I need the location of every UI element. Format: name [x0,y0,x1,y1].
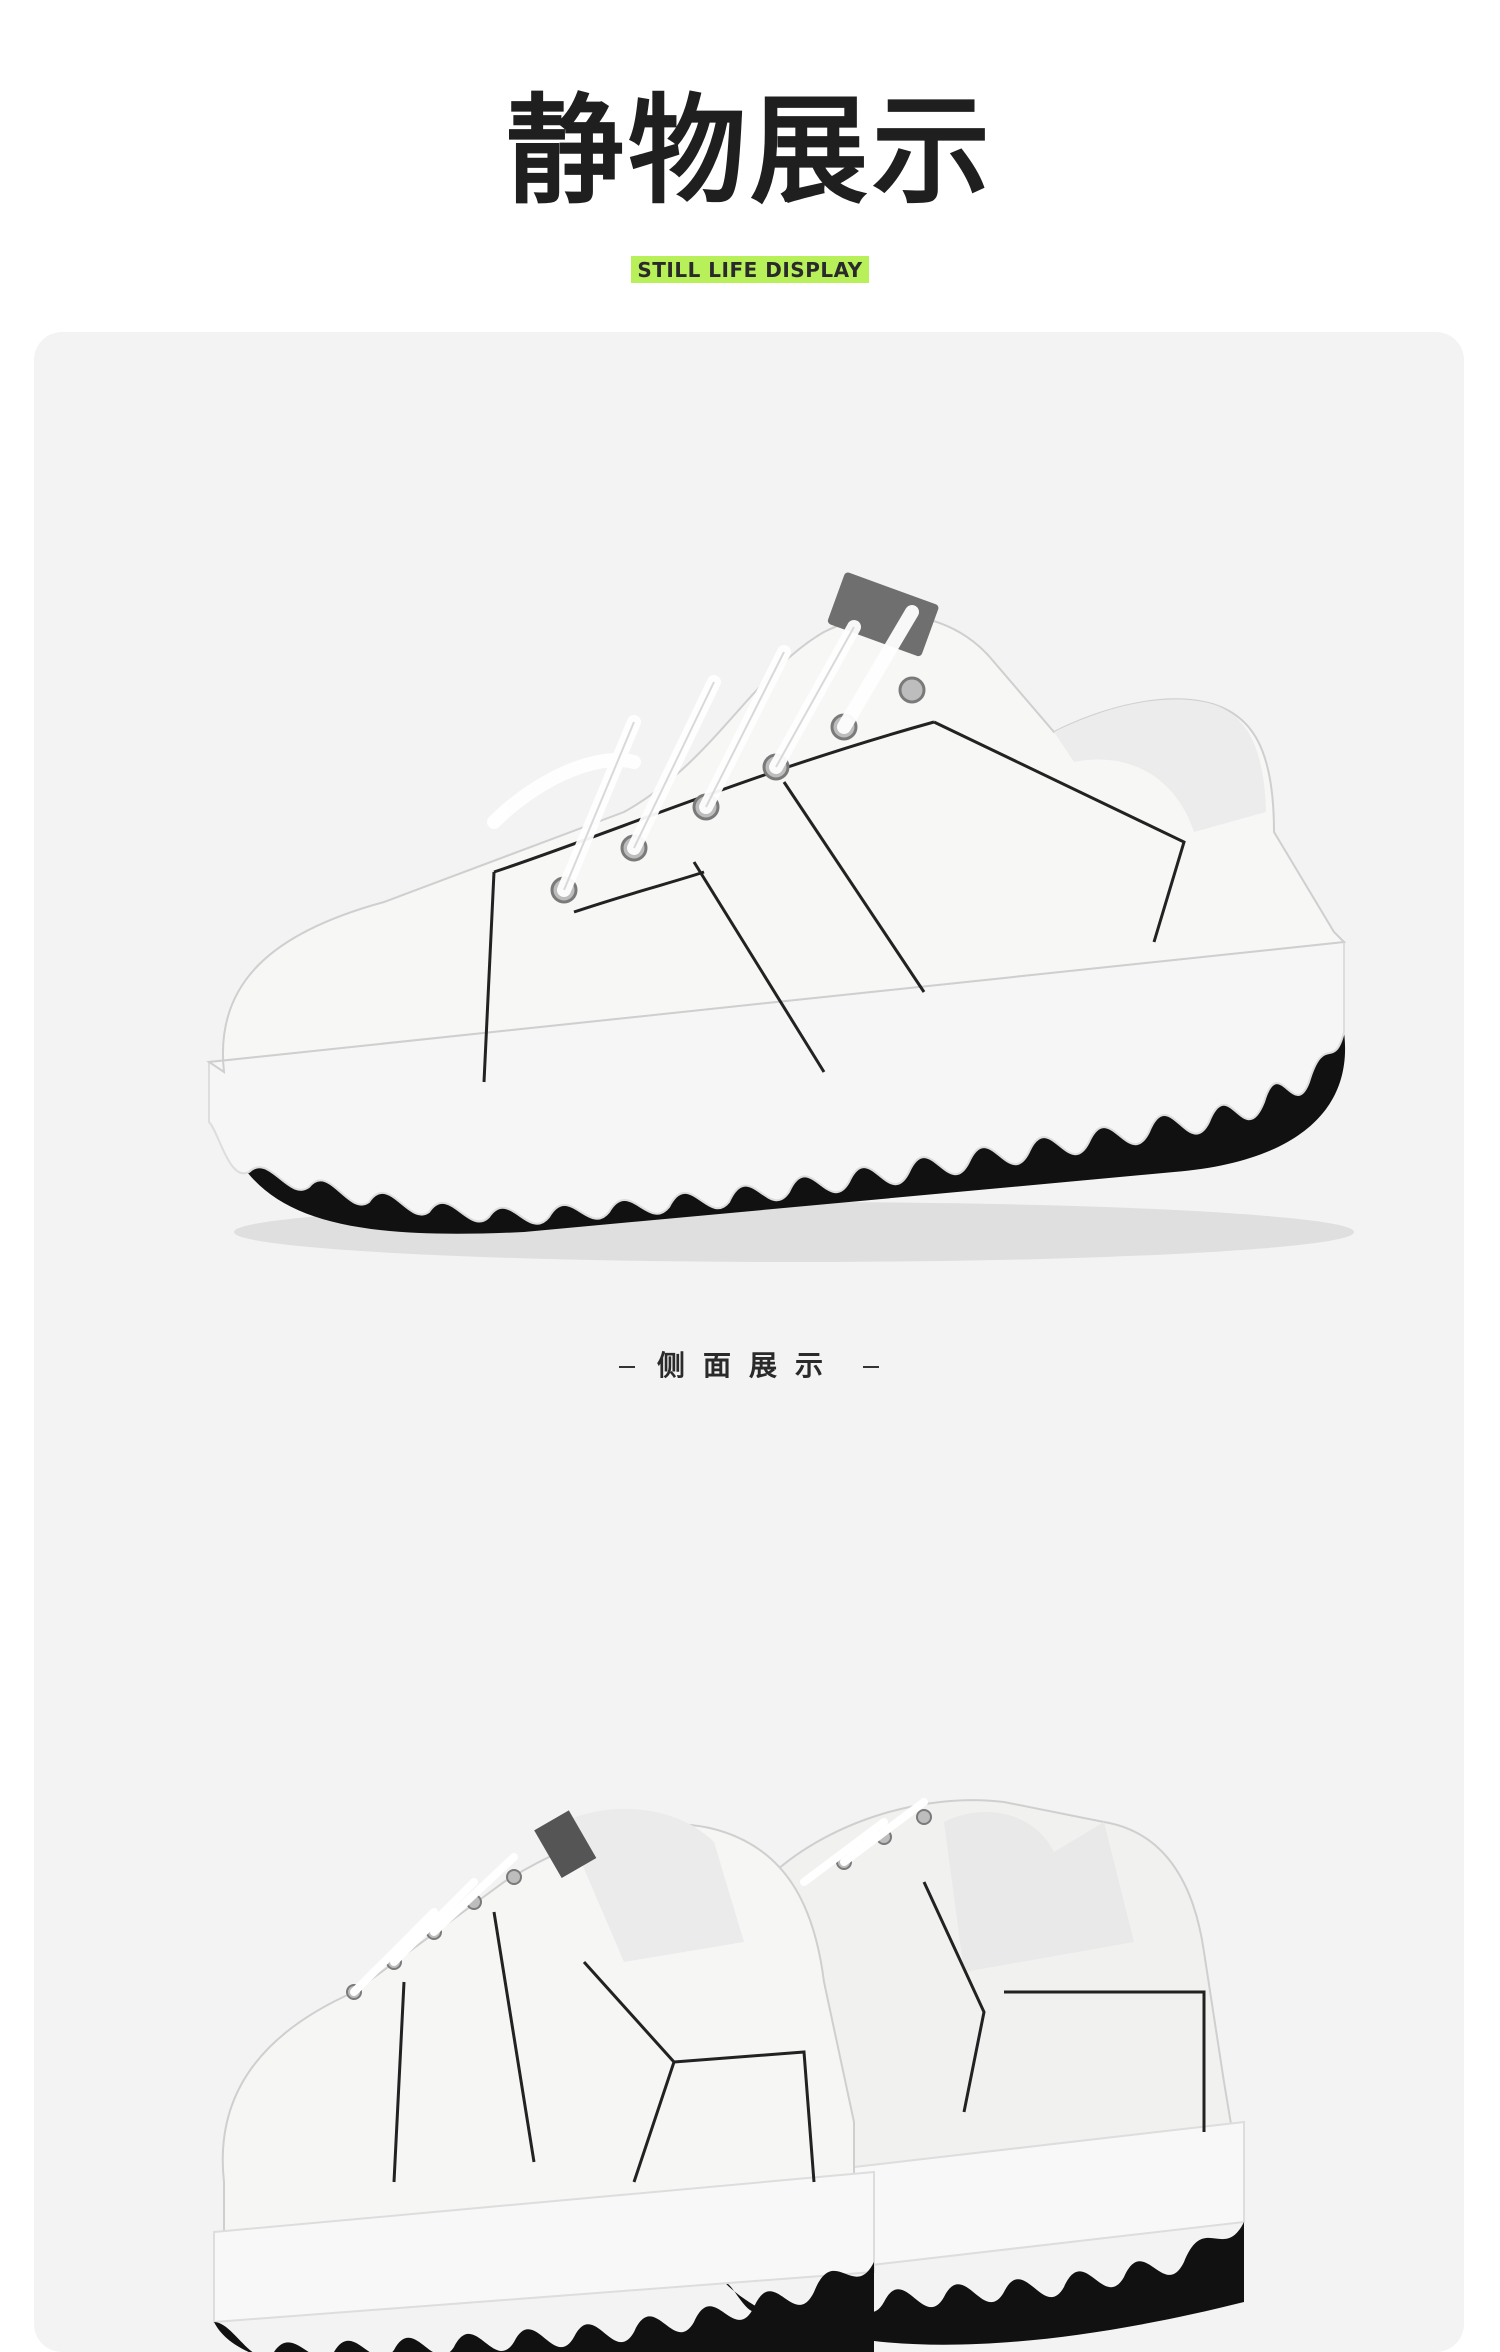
page-title: 静物展示 [505,82,994,220]
shoe-pair-image [213,1798,1245,2352]
subtitle-wrap: STILL LIFE DISPLAY [0,256,1500,283]
side-view-caption: 侧面展示 [34,1344,1464,1384]
page-header: 静物展示 STILL LIFE DISPLAY [0,0,1500,330]
caption-dash-right [863,1366,879,1368]
shoe-side-image [206,572,1354,1262]
caption-dash-left [618,1366,635,1368]
side-view-caption-text: 侧面展示 [656,1349,841,1382]
product-panel: 侧面展示 [34,332,1464,2352]
page-subtitle: STILL LIFE DISPLAY [631,256,869,283]
